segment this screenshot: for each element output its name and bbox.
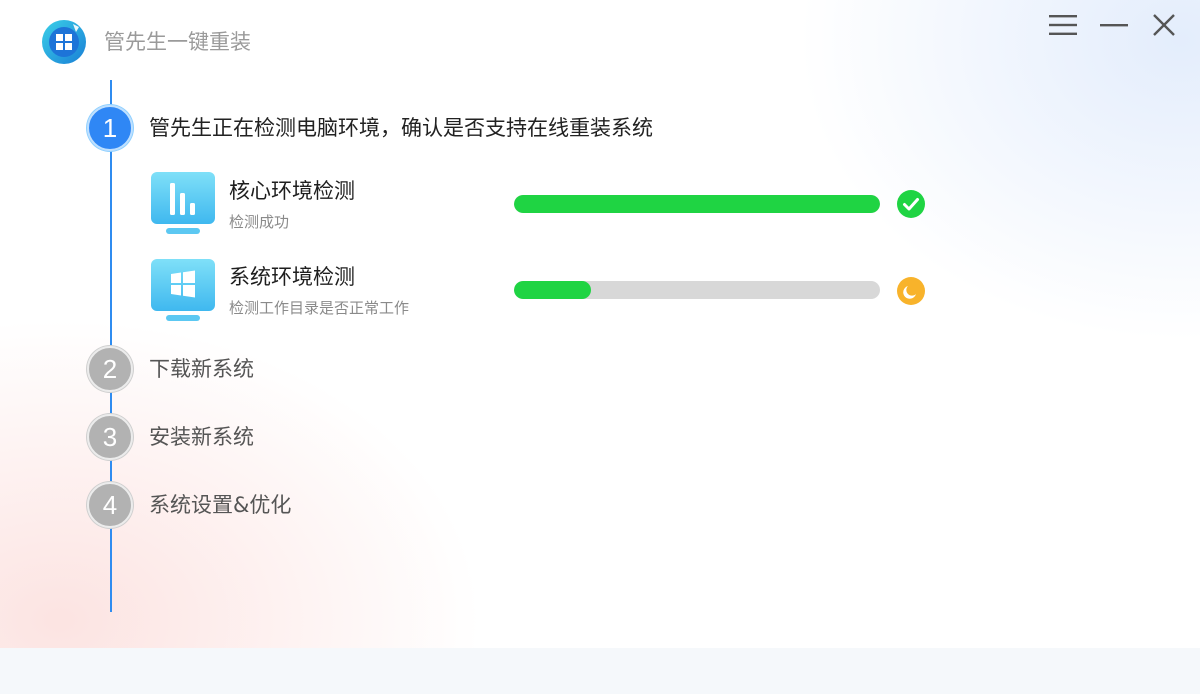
footer-bar	[0, 648, 1200, 694]
check-2-progress-bar	[514, 281, 880, 299]
app-logo-icon	[40, 18, 88, 66]
step-1-indicator: 1	[87, 105, 133, 151]
clock-icon	[897, 277, 925, 305]
step-2-label: 下载新系统	[149, 357, 254, 381]
check-2-status: 检测工作目录是否正常工作	[229, 299, 410, 317]
check-2-progress-fill	[514, 281, 591, 299]
windows-monitor-icon	[150, 258, 216, 324]
step-4-label: 系统设置&优化	[149, 493, 292, 517]
minimize-button[interactable]	[1097, 10, 1131, 40]
step-2-indicator: 2	[87, 346, 133, 392]
check-1-status: 检测成功	[229, 213, 290, 231]
app-title: 管先生一键重装	[104, 30, 251, 54]
step-number: 2	[102, 353, 118, 384]
installer-window: 管先生一键重装 1 管先生正在检测电脑环境，确认是否支持在线重装系统 核心环境检…	[0, 0, 1200, 648]
step-number: 4	[102, 489, 118, 520]
check-1-progress-fill	[514, 195, 880, 213]
check-1-title: 核心环境检测	[229, 179, 355, 203]
step-4-indicator: 4	[87, 482, 133, 528]
step-3-indicator: 3	[87, 414, 133, 460]
bar-chart-monitor-icon	[150, 171, 216, 237]
menu-icon	[1049, 15, 1077, 35]
step-3-label: 安装新系统	[149, 425, 254, 449]
step-number: 3	[102, 421, 118, 452]
check-circle-icon	[897, 190, 925, 218]
minimize-icon	[1100, 24, 1128, 27]
step-1-label: 管先生正在检测电脑环境，确认是否支持在线重装系统	[149, 116, 653, 140]
step-number: 1	[102, 112, 118, 143]
close-button[interactable]	[1147, 10, 1181, 40]
check-2-title: 系统环境检测	[229, 265, 355, 289]
menu-button[interactable]	[1046, 10, 1080, 40]
check-1-progress-bar	[514, 195, 880, 213]
close-icon	[1153, 14, 1175, 36]
